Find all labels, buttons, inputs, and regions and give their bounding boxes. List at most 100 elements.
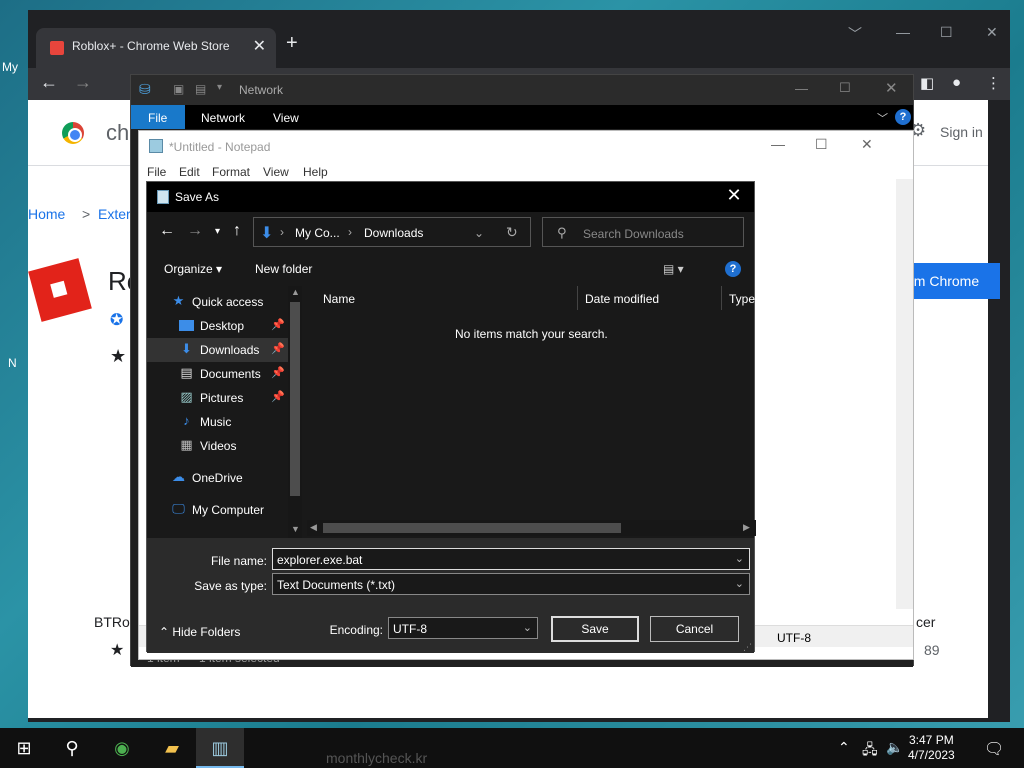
refresh-icon[interactable]: ↻: [506, 224, 518, 241]
file-name-field[interactable]: explorer.exe.bat ⌄: [272, 548, 750, 570]
close-button[interactable]: ✕: [885, 79, 898, 97]
help-icon[interactable]: ?: [725, 261, 741, 277]
store-brand[interactable]: ch: [106, 120, 129, 146]
search-input[interactable]: ⚲ Search Downloads: [542, 217, 744, 247]
related-extension-name[interactable]: cer: [916, 614, 935, 630]
scroll-right-icon[interactable]: ▶: [743, 522, 750, 533]
nav-item-videos[interactable]: ▦ Videos: [147, 434, 289, 458]
resize-grip-icon[interactable]: ⋰: [743, 642, 752, 653]
back-button[interactable]: ←: [40, 72, 58, 93]
hide-folders-button[interactable]: ⌃ Hide Folders: [159, 625, 240, 639]
network-tray-icon[interactable]: 🖧: [862, 739, 878, 763]
navigation-scrollbar[interactable]: ▲ ▼: [288, 286, 302, 538]
tab-view[interactable]: View: [273, 111, 299, 125]
vertical-scrollbar[interactable]: [896, 179, 913, 609]
clock[interactable]: 3:47 PM 4/7/2023: [908, 733, 955, 763]
column-divider[interactable]: [721, 286, 722, 310]
cancel-button[interactable]: Cancel: [650, 616, 739, 642]
tab-file[interactable]: File: [131, 105, 185, 129]
help-icon[interactable]: ?: [895, 109, 911, 125]
horizontal-scrollbar[interactable]: ◀ ▶: [307, 520, 756, 536]
forward-button[interactable]: →: [187, 222, 203, 240]
menu-help[interactable]: Help: [303, 165, 328, 179]
chevron-right-icon[interactable]: ›: [348, 225, 352, 239]
breadcrumb-my-computer[interactable]: My Co...: [295, 226, 340, 240]
column-date-modified[interactable]: Date modified: [585, 292, 659, 306]
encoding-select[interactable]: UTF-8 ⌄: [388, 617, 538, 639]
nav-item-pictures[interactable]: ▨ Pictures 📌: [147, 386, 289, 410]
nav-item-desktop[interactable]: Desktop 📌: [147, 314, 289, 338]
maximize-button[interactable]: ☐: [940, 24, 953, 41]
windows-start-icon[interactable]: ⊞: [0, 728, 48, 768]
related-extension-name[interactable]: BTRo: [94, 614, 130, 630]
new-folder-button[interactable]: New folder: [255, 262, 312, 276]
minimize-button[interactable]: —: [896, 24, 910, 40]
up-button[interactable]: ↑: [233, 222, 241, 240]
profile-icon[interactable]: ●: [952, 74, 961, 91]
chevron-down-icon[interactable]: ⌄: [735, 552, 744, 565]
chevron-down-icon[interactable]: ⌄: [474, 226, 484, 240]
nav-item-music[interactable]: ♪ Music: [147, 410, 289, 434]
show-hidden-icons[interactable]: ⌃: [838, 739, 850, 756]
new-tab-button[interactable]: +: [286, 32, 298, 55]
file-explorer-icon[interactable]: ▰: [148, 728, 196, 768]
back-button[interactable]: ←: [159, 222, 175, 240]
desktop-icon-label[interactable]: My: [2, 60, 18, 74]
column-name[interactable]: Name: [323, 292, 355, 306]
notepad-taskbar-icon[interactable]: ▥: [196, 728, 244, 768]
breadcrumb-downloads[interactable]: Downloads: [364, 226, 423, 240]
desktop-icon-label[interactable]: N: [8, 356, 17, 370]
quick-access-dropdown-icon[interactable]: ▾: [217, 82, 222, 93]
nav-item-onedrive[interactable]: ☁ OneDrive: [147, 466, 289, 490]
breadcrumb-home[interactable]: Home: [28, 206, 65, 222]
save-button[interactable]: Save: [551, 616, 639, 642]
close-icon[interactable]: ✕: [722, 185, 746, 209]
address-bar[interactable]: ⬇ › My Co... › Downloads ⌄ ↻: [253, 217, 531, 247]
breadcrumb-extensions[interactable]: Exter: [98, 206, 131, 222]
forward-button[interactable]: →: [74, 72, 92, 93]
new-folder-icon[interactable]: ▤: [195, 82, 206, 96]
menu-file[interactable]: File: [147, 165, 166, 179]
scroll-down-icon[interactable]: ▼: [291, 524, 300, 534]
scrollbar-thumb[interactable]: [323, 523, 621, 533]
maximize-button[interactable]: ☐: [815, 136, 828, 153]
save-type-select[interactable]: Text Documents (*.txt) ⌄: [272, 573, 750, 595]
chevron-down-icon[interactable]: ﹀: [877, 110, 888, 126]
menu-view[interactable]: View: [263, 165, 289, 179]
maximize-button[interactable]: ☐: [839, 80, 851, 96]
scroll-left-icon[interactable]: ◀: [310, 522, 317, 533]
view-options-icon[interactable]: ▤ ▾: [663, 262, 684, 276]
minimize-button[interactable]: —: [795, 81, 808, 96]
properties-icon[interactable]: ▣: [173, 82, 184, 96]
nav-item-downloads[interactable]: ⬇ Downloads 📌: [147, 338, 289, 362]
tab-network[interactable]: Network: [201, 111, 245, 125]
search-icon[interactable]: ⚲: [48, 728, 96, 768]
web-store-logo-icon[interactable]: [62, 122, 84, 144]
menu-format[interactable]: Format: [212, 165, 250, 179]
chevron-right-icon[interactable]: ›: [280, 225, 284, 239]
organize-button[interactable]: Organize ▾: [164, 262, 222, 276]
chrome-tab[interactable]: Roblox+ - Chrome Web Store ✕: [36, 28, 276, 68]
chrome-icon[interactable]: ◉: [98, 728, 146, 768]
side-panel-icon[interactable]: ◧: [920, 74, 934, 92]
nav-item-documents[interactable]: ▤ Documents 📌: [147, 362, 289, 386]
chevron-down-icon[interactable]: ⌄: [735, 577, 744, 590]
column-divider[interactable]: [577, 286, 578, 310]
minimize-button[interactable]: —: [771, 136, 785, 152]
tab-search-icon[interactable]: ﹀: [848, 24, 862, 44]
menu-icon[interactable]: ⋮: [986, 74, 1001, 92]
column-type[interactable]: Type: [729, 292, 755, 306]
volume-icon[interactable]: 🔈: [886, 739, 903, 756]
close-button[interactable]: ✕: [861, 136, 873, 153]
chevron-down-icon[interactable]: ⌄: [523, 621, 532, 634]
sign-in-link[interactable]: Sign in: [940, 124, 983, 140]
recent-locations-icon[interactable]: ▾: [215, 226, 220, 237]
nav-item-my-computer[interactable]: 🖵 My Computer: [147, 498, 289, 522]
nav-item-quick-access[interactable]: ★ Quick access: [147, 290, 289, 314]
menu-edit[interactable]: Edit: [179, 165, 200, 179]
scrollbar-thumb[interactable]: [290, 302, 300, 496]
notifications-icon[interactable]: 🗨: [984, 739, 1004, 759]
tab-close-icon[interactable]: ✕: [253, 36, 266, 56]
close-button[interactable]: ✕: [986, 24, 998, 41]
scroll-up-icon[interactable]: ▲: [291, 287, 300, 297]
